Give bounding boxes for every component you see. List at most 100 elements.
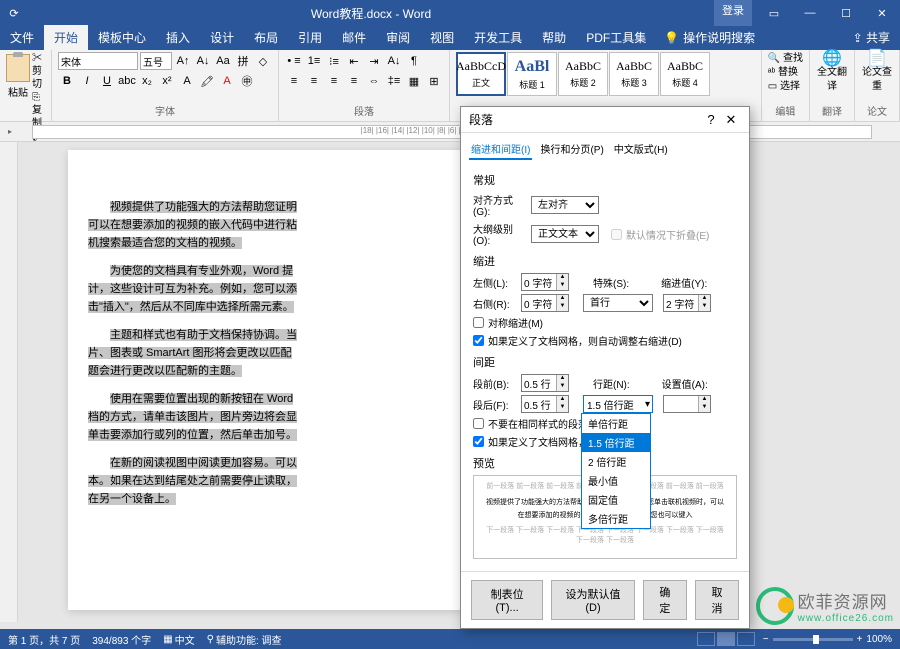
cancel-button[interactable]: 取消	[695, 580, 739, 620]
zoom-out-button[interactable]: −	[763, 634, 769, 645]
tabs-button[interactable]: 制表位(T)...	[471, 580, 543, 620]
status-accessibility[interactable]: ⚲ 辅助功能: 调查	[207, 632, 282, 647]
tab-layout[interactable]: 布局	[244, 25, 288, 50]
font-size-select[interactable]	[140, 52, 172, 70]
paragraph-3[interactable]: 主题和样式也有助于文档保持协调。当片、图表或 SmartArt 图形将会更改以匹…	[88, 326, 448, 380]
increase-indent-button[interactable]: ⇥	[365, 52, 383, 70]
italic-button[interactable]: I	[78, 72, 96, 90]
align-left-button[interactable]: ≡	[285, 72, 303, 90]
dialog-tab-indent[interactable]: 缩进和间距(I)	[469, 139, 532, 160]
bullets-button[interactable]: • ≡	[285, 52, 303, 70]
dialog-tab-page[interactable]: 换行和分页(P)	[538, 139, 605, 160]
find-button[interactable]: 🔍 查找	[768, 52, 803, 66]
bold-button[interactable]: B	[58, 72, 76, 90]
left-indent-spinner[interactable]: 0 字符▲▼	[521, 273, 569, 291]
paper-check-button[interactable]: 📄 论文查重	[861, 52, 893, 94]
dialog-tab-cjk[interactable]: 中文版式(H)	[612, 139, 670, 160]
align-select[interactable]: 左对齐	[531, 196, 599, 214]
numbering-button[interactable]: 1≡	[305, 52, 323, 70]
mirror-checkbox[interactable]	[473, 317, 484, 328]
tab-template[interactable]: 模板中心	[88, 25, 156, 50]
zoom-level[interactable]: 100%	[866, 634, 892, 645]
after-spinner[interactable]: 0.5 行▲▼	[521, 395, 569, 413]
by-spinner[interactable]: 2 字符▲▼	[663, 294, 711, 312]
shrink-font-button[interactable]: A↓	[194, 52, 212, 70]
maximize-button[interactable]: ☐	[828, 0, 864, 26]
change-case-button[interactable]: Aa	[214, 52, 232, 70]
line-option-0[interactable]: 单倍行距	[582, 414, 650, 433]
enclose-button[interactable]: ㊥	[238, 72, 256, 90]
line-spacing-button[interactable]: ‡≡	[385, 72, 403, 90]
tab-home[interactable]: 开始	[44, 25, 88, 50]
tab-mailings[interactable]: 邮件	[332, 25, 376, 50]
strike-button[interactable]: abc	[118, 72, 136, 90]
share-button[interactable]: ⇪ 共享	[843, 25, 900, 50]
subscript-button[interactable]: x₂	[138, 72, 156, 90]
style-1[interactable]: AaBl标题 1	[507, 52, 557, 96]
decrease-indent-button[interactable]: ⇤	[345, 52, 363, 70]
close-button[interactable]: ✕	[864, 0, 900, 26]
tab-help[interactable]: 帮助	[532, 25, 576, 50]
text-effect-button[interactable]: A	[178, 72, 196, 90]
justify-button[interactable]: ≡	[345, 72, 363, 90]
borders-button[interactable]: ⊞	[425, 72, 443, 90]
style-2[interactable]: AaBbC标题 2	[558, 52, 608, 96]
paragraph-2[interactable]: 为使您的文档具有专业外观，Word 提计，这些设计可互为补充。例如，您可以添击"…	[88, 262, 448, 316]
dialog-close-button[interactable]: ✕	[721, 112, 741, 128]
show-marks-button[interactable]: ¶	[405, 52, 423, 70]
style-3[interactable]: AaBbC标题 3	[609, 52, 659, 96]
font-family-select[interactable]	[58, 52, 138, 70]
no-space-checkbox[interactable]	[473, 418, 484, 429]
style-4[interactable]: AaBbC标题 4	[660, 52, 710, 96]
set-default-button[interactable]: 设为默认值(D)	[551, 580, 635, 620]
sort-button[interactable]: A↓	[385, 52, 403, 70]
minimize-button[interactable]: —	[792, 0, 828, 26]
align-center-button[interactable]: ≡	[305, 72, 323, 90]
tab-review[interactable]: 审阅	[376, 25, 420, 50]
tab-view[interactable]: 视图	[420, 25, 464, 50]
outline-select[interactable]: 正文文本	[531, 225, 599, 243]
tab-file[interactable]: 文件	[0, 25, 44, 50]
multilevel-button[interactable]: ⁝≡	[325, 52, 343, 70]
before-spinner[interactable]: 0.5 行▲▼	[521, 374, 569, 392]
status-page[interactable]: 第 1 页，共 7 页	[8, 632, 80, 647]
line-option-4[interactable]: 固定值	[582, 490, 650, 509]
tab-design[interactable]: 设计	[200, 25, 244, 50]
line-option-5[interactable]: 多倍行距	[582, 509, 650, 528]
ribbon-options-icon[interactable]: ▭	[756, 0, 792, 26]
at-spinner[interactable]: ▲▼	[663, 395, 711, 413]
line-option-1[interactable]: 1.5 倍行距	[582, 433, 650, 452]
tab-insert[interactable]: 插入	[156, 25, 200, 50]
grow-font-button[interactable]: A↑	[174, 52, 192, 70]
ruler-toggle[interactable]: ▸	[8, 127, 12, 136]
underline-button[interactable]: U	[98, 72, 116, 90]
status-words[interactable]: 394/893 个字	[92, 632, 151, 647]
shading-button[interactable]: ▦	[405, 72, 423, 90]
phonetic-button[interactable]: 拼	[234, 52, 252, 70]
status-lang[interactable]: ▦ 中文	[163, 632, 194, 647]
zoom-in-button[interactable]: +	[857, 634, 863, 645]
paragraph-5[interactable]: 在新的阅读视图中阅读更加容易。可以本。如果在达到结尾处之前需要停止读取，在另一个…	[88, 454, 448, 508]
tab-pdf[interactable]: PDF工具集	[576, 25, 656, 50]
highlight-button[interactable]: 🖍	[198, 72, 216, 90]
replace-button[interactable]: ᵃᵇ 替换	[768, 66, 803, 80]
print-layout-button[interactable]	[717, 632, 735, 646]
zoom-slider[interactable]	[773, 638, 853, 641]
line-option-2[interactable]: 2 倍行距	[582, 452, 650, 471]
paragraph-4[interactable]: 使用在需要位置出现的新按钮在 Word档的方式，请单击该图片，图片旁边将会显单击…	[88, 390, 448, 444]
tab-developer[interactable]: 开发工具	[464, 25, 532, 50]
autosave-icon[interactable]: ⟳	[0, 7, 28, 20]
align-right-button[interactable]: ≡	[325, 72, 343, 90]
grid-align-checkbox[interactable]	[473, 436, 484, 447]
dialog-help-button[interactable]: ?	[701, 112, 721, 127]
special-select[interactable]: 首行	[583, 294, 653, 312]
tell-me-search[interactable]: 💡 操作说明搜索	[656, 25, 763, 50]
line-option-3[interactable]: 最小值	[582, 471, 650, 490]
read-mode-button[interactable]	[697, 632, 715, 646]
distribute-button[interactable]: ⇔	[365, 72, 383, 90]
ok-button[interactable]: 确定	[643, 580, 687, 620]
select-button[interactable]: ▭ 选择	[768, 80, 803, 94]
web-layout-button[interactable]	[737, 632, 755, 646]
font-color-button[interactable]: A	[218, 72, 236, 90]
superscript-button[interactable]: x²	[158, 72, 176, 90]
